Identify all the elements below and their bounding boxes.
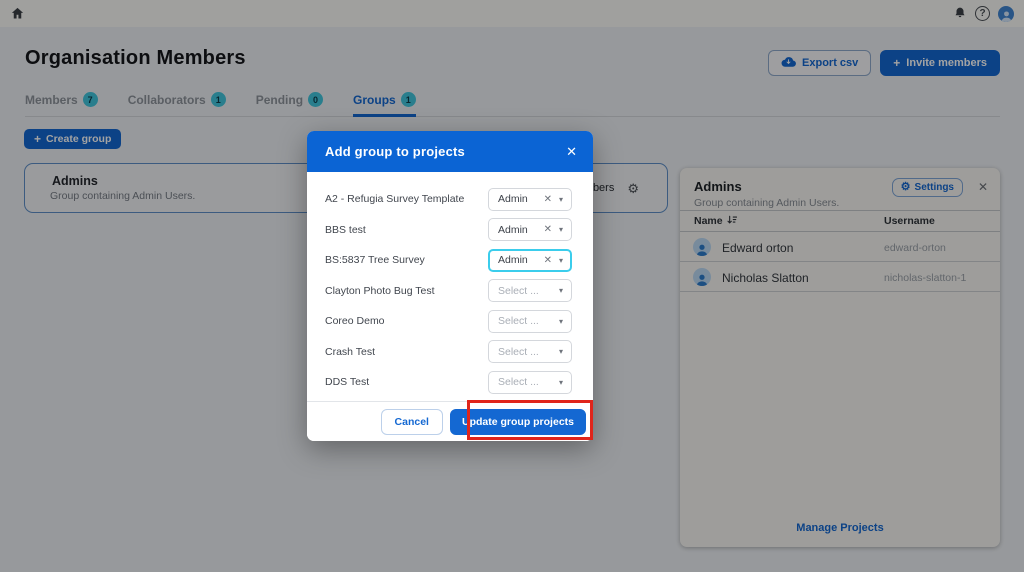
caret-down-icon: ▾ bbox=[558, 316, 563, 326]
role-select-placeholder: Select ... bbox=[498, 345, 539, 358]
role-select[interactable]: Select ... ▾ bbox=[488, 370, 572, 394]
add-group-to-projects-modal: Add group to projects ✕ A2 - Refugia Sur… bbox=[307, 131, 593, 441]
modal-title: Add group to projects bbox=[325, 144, 465, 159]
caret-down-icon: ▾ bbox=[558, 194, 563, 204]
role-select-value: Admin bbox=[498, 254, 528, 267]
project-name: DDS Test bbox=[325, 376, 370, 389]
project-row: BS:5837 Tree Survey Admin ✕ ▾ bbox=[307, 245, 593, 276]
role-select-placeholder: Select ... bbox=[498, 376, 539, 389]
project-name: Clayton Photo Bug Test bbox=[325, 284, 435, 297]
close-icon[interactable]: ✕ bbox=[566, 144, 577, 160]
role-select-value: Admin bbox=[498, 223, 528, 236]
caret-down-icon: ▾ bbox=[558, 347, 563, 357]
project-name: Coreo Demo bbox=[325, 315, 385, 328]
modal-header: Add group to projects ✕ bbox=[307, 131, 593, 172]
project-row: BBS test Admin ✕ ▾ bbox=[307, 215, 593, 246]
caret-down-icon: ▾ bbox=[558, 255, 563, 265]
cancel-button[interactable]: Cancel bbox=[380, 408, 443, 435]
modal-footer: Cancel Update group projects bbox=[307, 401, 593, 441]
caret-down-icon: ▾ bbox=[558, 286, 563, 296]
role-select[interactable]: Admin ✕ ▾ bbox=[488, 218, 572, 242]
project-name: Crash Test bbox=[325, 345, 375, 358]
clear-icon[interactable]: ✕ bbox=[544, 194, 552, 205]
clear-icon[interactable]: ✕ bbox=[544, 255, 552, 266]
role-select-placeholder: Select ... bbox=[498, 284, 539, 297]
project-name: A2 - Refugia Survey Template bbox=[325, 193, 465, 206]
caret-down-icon: ▾ bbox=[558, 377, 563, 387]
role-select[interactable]: Select ... ▾ bbox=[488, 340, 572, 364]
clear-icon[interactable]: ✕ bbox=[544, 224, 552, 235]
role-select-value: Admin bbox=[498, 193, 528, 206]
project-row: Clayton Photo Bug Test Select ... ▾ bbox=[307, 276, 593, 307]
project-row: A2 - Refugia Survey Template Admin ✕ ▾ bbox=[307, 184, 593, 215]
role-select[interactable]: Select ... ▾ bbox=[488, 309, 572, 333]
project-row: DDS Test Select ... ▾ bbox=[307, 367, 593, 398]
update-group-projects-button[interactable]: Update group projects bbox=[449, 408, 586, 435]
role-select-placeholder: Select ... bbox=[498, 315, 539, 328]
modal-body: A2 - Refugia Survey Template Admin ✕ ▾ B… bbox=[307, 172, 593, 401]
app-screen: ? Organisation Members Export csv + Invi… bbox=[0, 0, 1024, 572]
project-name: BS:5837 Tree Survey bbox=[325, 254, 425, 267]
project-row: Crash Test Select ... ▾ bbox=[307, 337, 593, 368]
project-row: Coreo Demo Select ... ▾ bbox=[307, 306, 593, 337]
project-name: BBS test bbox=[325, 223, 366, 236]
role-select-focused[interactable]: Admin ✕ ▾ bbox=[488, 248, 572, 272]
role-select[interactable]: Admin ✕ ▾ bbox=[488, 187, 572, 211]
caret-down-icon: ▾ bbox=[558, 225, 563, 235]
role-select[interactable]: Select ... ▾ bbox=[488, 279, 572, 303]
